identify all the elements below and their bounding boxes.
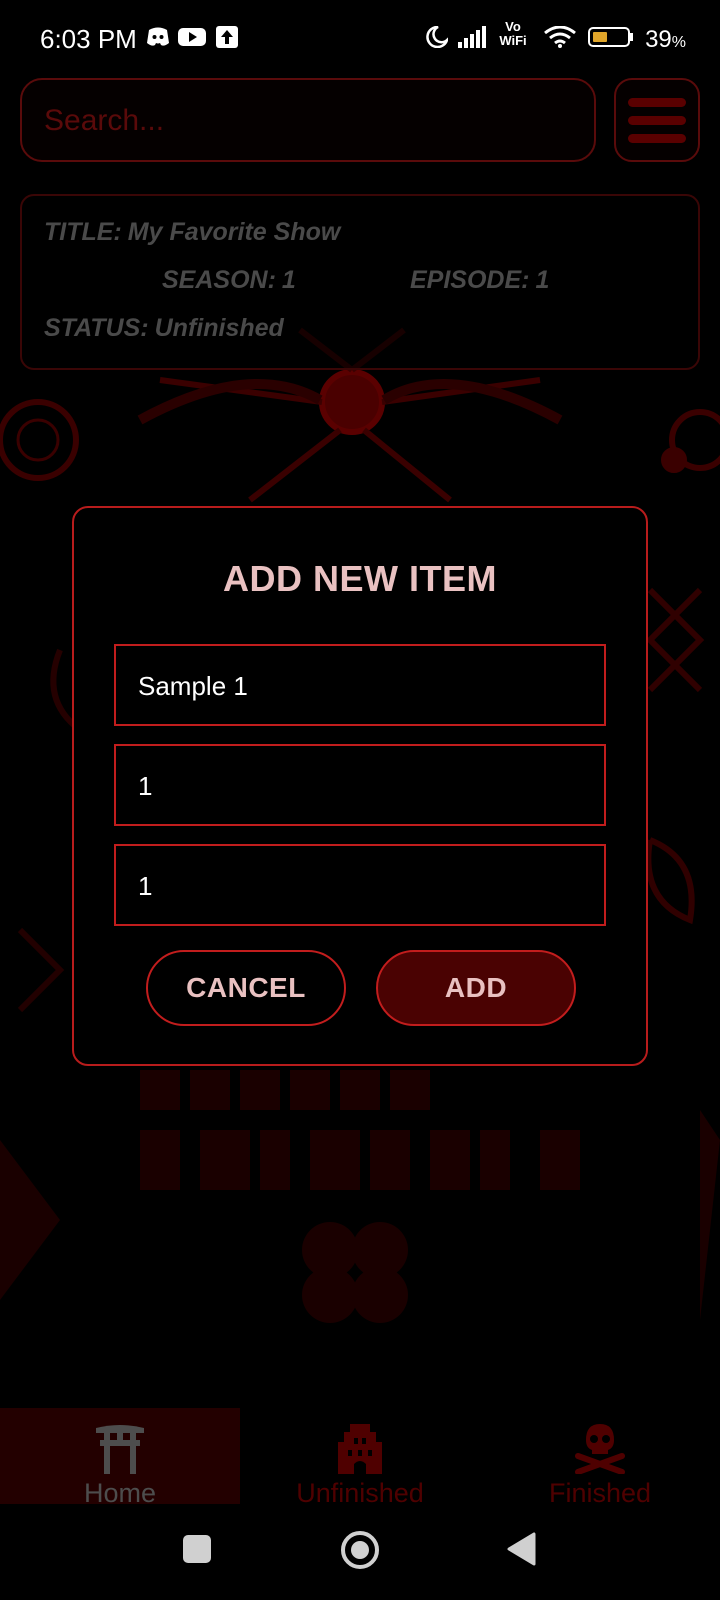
nav-item-home[interactable]: Home	[0, 1408, 240, 1508]
search-box[interactable]	[20, 78, 596, 162]
bottom-nav: Home Unfinished Finished	[0, 1408, 720, 1508]
add-button[interactable]: ADD	[376, 950, 576, 1026]
menu-button[interactable]	[614, 78, 700, 162]
season-value: 1	[281, 266, 296, 294]
title-field[interactable]	[114, 644, 606, 726]
item-season: SEASON: 1	[162, 266, 296, 295]
episode-input[interactable]	[136, 846, 590, 926]
item-episode: EPISODE: 1	[410, 266, 549, 295]
battery-icon	[588, 27, 633, 47]
discord-icon	[147, 27, 169, 46]
battery-percent-unit: %	[671, 34, 686, 51]
menu-icon-bar-middle	[628, 116, 686, 125]
recents-square-icon[interactable]	[182, 1534, 212, 1564]
nav-item-finished[interactable]: Finished	[480, 1408, 720, 1508]
menu-icon-bar-bottom	[628, 134, 686, 143]
nav-item-unfinished[interactable]: Unfinished	[240, 1408, 480, 1508]
season-input[interactable]	[136, 746, 590, 826]
wifi-icon	[544, 26, 576, 48]
item-title: TITLE: My Favorite Show	[44, 218, 340, 247]
vowifi-bottom-text: WiFi	[499, 33, 527, 48]
torii-gate-icon	[96, 1425, 144, 1474]
status-value: Unfinished	[154, 314, 284, 342]
episode-field[interactable]	[114, 844, 606, 926]
title-value: My Favorite Show	[127, 218, 341, 246]
title-input[interactable]	[136, 646, 590, 726]
cancel-button[interactable]: CANCEL	[146, 950, 346, 1026]
season-label: SEASON:	[162, 266, 276, 294]
vowifi-top-text: Vo	[505, 19, 521, 34]
search-input[interactable]	[42, 80, 576, 162]
youtube-icon	[178, 28, 206, 46]
status-label: STATUS:	[44, 314, 149, 342]
item-card[interactable]: TITLE: My Favorite Show SEASON: 1 EPISODE:…	[20, 194, 700, 370]
signal-icon	[458, 26, 486, 48]
skull-crossbones-icon	[575, 1424, 625, 1474]
episode-label: EPISODE:	[410, 266, 530, 294]
moon-icon	[426, 26, 448, 48]
back-triangle-icon[interactable]	[506, 1532, 538, 1566]
upload-icon	[216, 26, 238, 48]
battery-percent-value: 39	[645, 26, 672, 53]
status-time: 6:03 PM	[40, 24, 137, 54]
title-label: TITLE:	[44, 218, 122, 246]
episode-value: 1	[535, 266, 550, 294]
season-field[interactable]	[114, 744, 606, 826]
battery-percent: 39%	[645, 26, 686, 54]
status-bar: 6:03 PM Vo WiFi 39%	[0, 0, 720, 72]
item-status: STATUS: Unfinished	[44, 314, 284, 343]
menu-icon-bar-top	[628, 98, 686, 107]
vowifi-icon: Vo WiFi	[496, 20, 530, 52]
dialog-title: ADD NEW ITEM	[223, 558, 497, 599]
home-circle-icon[interactable]	[340, 1530, 380, 1570]
castle-icon	[338, 1424, 382, 1474]
add-item-dialog: ADD NEW ITEM CANCEL ADD	[72, 506, 648, 1066]
system-nav-bar	[0, 1504, 720, 1600]
